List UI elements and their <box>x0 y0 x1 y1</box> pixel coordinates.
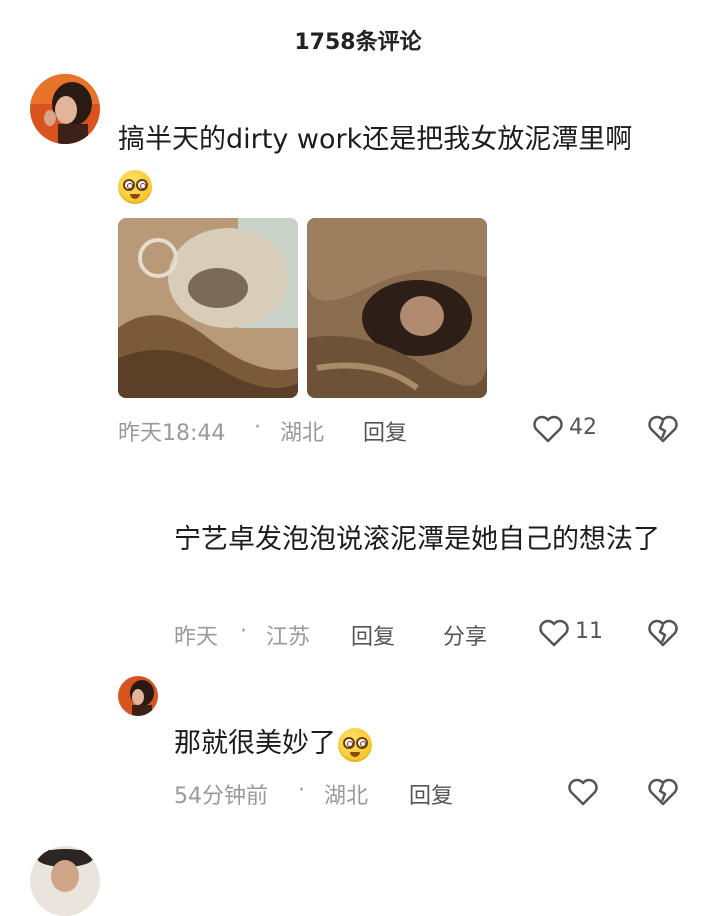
heart-icon <box>568 778 598 806</box>
meta-separator: · <box>240 619 247 644</box>
reply-text: 那就很美妙了 <box>174 722 372 766</box>
comments-count-title: 1758条评论 <box>294 30 422 55</box>
like-button[interactable] <box>531 412 565 446</box>
dizzy-face-emoji-icon <box>118 170 152 204</box>
meta-separator: · <box>298 778 305 803</box>
comment-location: 湖北 <box>280 421 325 446</box>
reply-time: 54分钟前 <box>174 784 268 809</box>
dislike-button[interactable] <box>646 412 680 446</box>
reply-location: 江苏 <box>266 625 311 650</box>
broken-heart-icon <box>648 778 678 806</box>
reply-time: 昨天 <box>174 625 219 650</box>
heart-icon <box>533 415 563 443</box>
reply-text-content: 那就很美妙了 <box>174 728 336 759</box>
reply-button[interactable]: 回复 <box>351 619 395 651</box>
avatar[interactable] <box>30 74 100 144</box>
comment-image-1[interactable] <box>118 218 298 398</box>
heart-icon <box>539 619 569 647</box>
meta-separator: · <box>254 415 261 440</box>
reply-button[interactable]: 回复 <box>409 778 453 810</box>
reply-location: 湖北 <box>324 784 369 809</box>
reply-button[interactable]: 回复 <box>363 415 407 447</box>
dislike-button[interactable] <box>646 775 680 809</box>
dislike-button[interactable] <box>646 616 680 650</box>
broken-heart-icon <box>648 415 678 443</box>
like-button[interactable] <box>537 616 571 650</box>
like-count: 11 <box>575 619 603 644</box>
comment-image-2[interactable] <box>307 218 487 398</box>
avatar[interactable] <box>118 676 158 716</box>
broken-heart-icon <box>648 619 678 647</box>
like-button[interactable] <box>566 775 600 809</box>
comment-text: 搞半天的dirty work还是把我女放泥潭里啊 <box>118 124 633 155</box>
reply-text: 宁艺卓发泡泡说滚泥潭是她自己的想法了 <box>174 524 660 555</box>
like-count: 42 <box>569 415 597 440</box>
share-button[interactable]: 分享 <box>443 619 487 651</box>
dizzy-face-emoji-icon <box>338 727 372 762</box>
comment-time: 昨天18:44 <box>118 421 226 446</box>
avatar[interactable] <box>30 846 100 916</box>
